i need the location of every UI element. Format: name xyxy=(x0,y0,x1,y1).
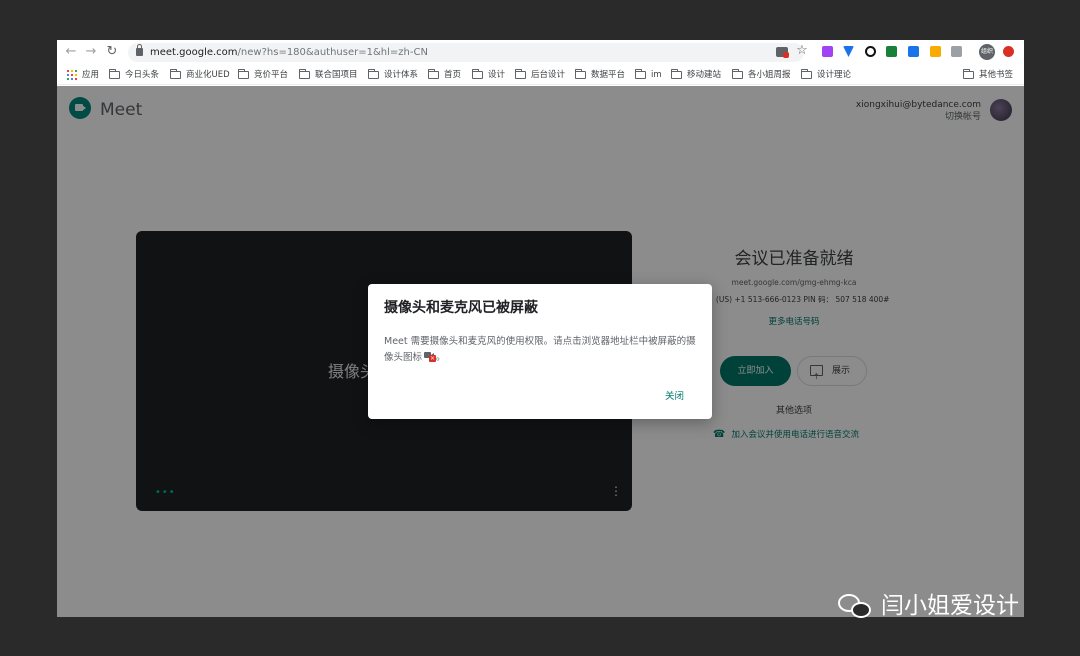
bookmark-item[interactable]: 数据平台 xyxy=(575,69,625,81)
folder-icon xyxy=(963,69,974,79)
forward-button[interactable]: → xyxy=(83,44,99,60)
extension-icon-6[interactable] xyxy=(930,46,941,57)
folder-icon xyxy=(575,69,586,79)
blocked-camera-icon: × xyxy=(424,351,437,362)
bookmark-item[interactable]: 设计 xyxy=(472,69,505,81)
bookmark-item[interactable]: 今日头条 xyxy=(109,69,159,81)
folder-icon xyxy=(472,69,483,79)
folder-icon xyxy=(170,69,181,79)
watermark: 闫小姐爱设计 xyxy=(838,591,1019,621)
permission-dialog: 摄像头和麦克风已被屏蔽 Meet 需要摄像头和麦克风的使用权限。请点击浏览器地址… xyxy=(368,284,712,419)
extension-icon-5[interactable] xyxy=(908,46,919,57)
folder-icon xyxy=(299,69,310,79)
folder-icon xyxy=(428,69,439,79)
close-button[interactable]: 关闭 xyxy=(665,388,684,402)
bookmark-item[interactable]: 竞价平台 xyxy=(238,69,288,81)
bookmark-item[interactable]: 设计理论 xyxy=(801,69,851,81)
dialog-title: 摄像头和麦克风已被屏蔽 xyxy=(384,300,538,316)
extension-icon-3[interactable] xyxy=(865,46,876,57)
browser-toolbar: ← → ↻ meet.google.com/new?hs=180&authuse… xyxy=(57,40,1024,65)
lock-icon xyxy=(136,44,143,56)
bookmark-item[interactable]: 移动建站 xyxy=(671,69,721,81)
blocked-badge-icon xyxy=(783,52,789,58)
apps-icon xyxy=(67,70,77,80)
other-bookmarks[interactable]: 其他书签 xyxy=(963,69,1013,81)
bookmark-item[interactable]: 联合国项目 xyxy=(299,69,358,81)
folder-icon xyxy=(515,69,526,79)
bookmark-item[interactable]: 各小姐周报 xyxy=(732,69,791,81)
folder-icon xyxy=(732,69,743,79)
folder-icon xyxy=(109,69,120,79)
bookmark-star-icon[interactable]: ☆ xyxy=(794,43,810,59)
watermark-text: 闫小姐爱设计 xyxy=(881,593,1019,619)
wechat-icon xyxy=(838,592,874,620)
folder-icon xyxy=(801,69,812,79)
extension-icon-7[interactable] xyxy=(951,46,962,57)
back-button[interactable]: ← xyxy=(63,44,79,60)
folder-icon xyxy=(671,69,682,79)
extension-icon-8[interactable] xyxy=(1003,46,1014,57)
folder-icon xyxy=(635,69,646,79)
bookmarks-bar: 应用 今日头条 商业化UED 竞价平台 联合国项目 设计体系 首页 设计 后台设… xyxy=(57,65,1024,85)
extension-icon-1[interactable] xyxy=(822,46,833,57)
url-text: meet.google.com/new?hs=180&authuser=1&hl… xyxy=(150,47,428,58)
browser-window: ← → ↻ meet.google.com/new?hs=180&authuse… xyxy=(57,40,1024,617)
folder-icon xyxy=(368,69,379,79)
bookmark-item[interactable]: 商业化UED xyxy=(170,69,230,81)
reload-button[interactable]: ↻ xyxy=(104,44,120,60)
bookmark-item[interactable]: im xyxy=(635,69,662,81)
extension-icon-2[interactable] xyxy=(843,46,854,57)
meet-page: Meet xiongxihui@bytedance.com 切换帐号 摄像头 •… xyxy=(57,86,1024,617)
folder-icon xyxy=(238,69,249,79)
dialog-body: Meet 需要摄像头和麦克风的使用权限。请点击浏览器地址栏中被屏蔽的摄像头图标 ×… xyxy=(384,336,696,363)
profile-badge[interactable]: 组织 xyxy=(979,44,995,60)
bookmark-item[interactable]: 首页 xyxy=(428,69,461,81)
bookmark-apps[interactable]: 应用 xyxy=(67,69,99,81)
bookmark-item[interactable]: 后台设计 xyxy=(515,69,565,81)
address-bar[interactable]: meet.google.com/new?hs=180&authuser=1&hl… xyxy=(128,43,804,62)
bookmark-item[interactable]: 设计体系 xyxy=(368,69,418,81)
extension-icon-4[interactable] xyxy=(886,46,897,57)
